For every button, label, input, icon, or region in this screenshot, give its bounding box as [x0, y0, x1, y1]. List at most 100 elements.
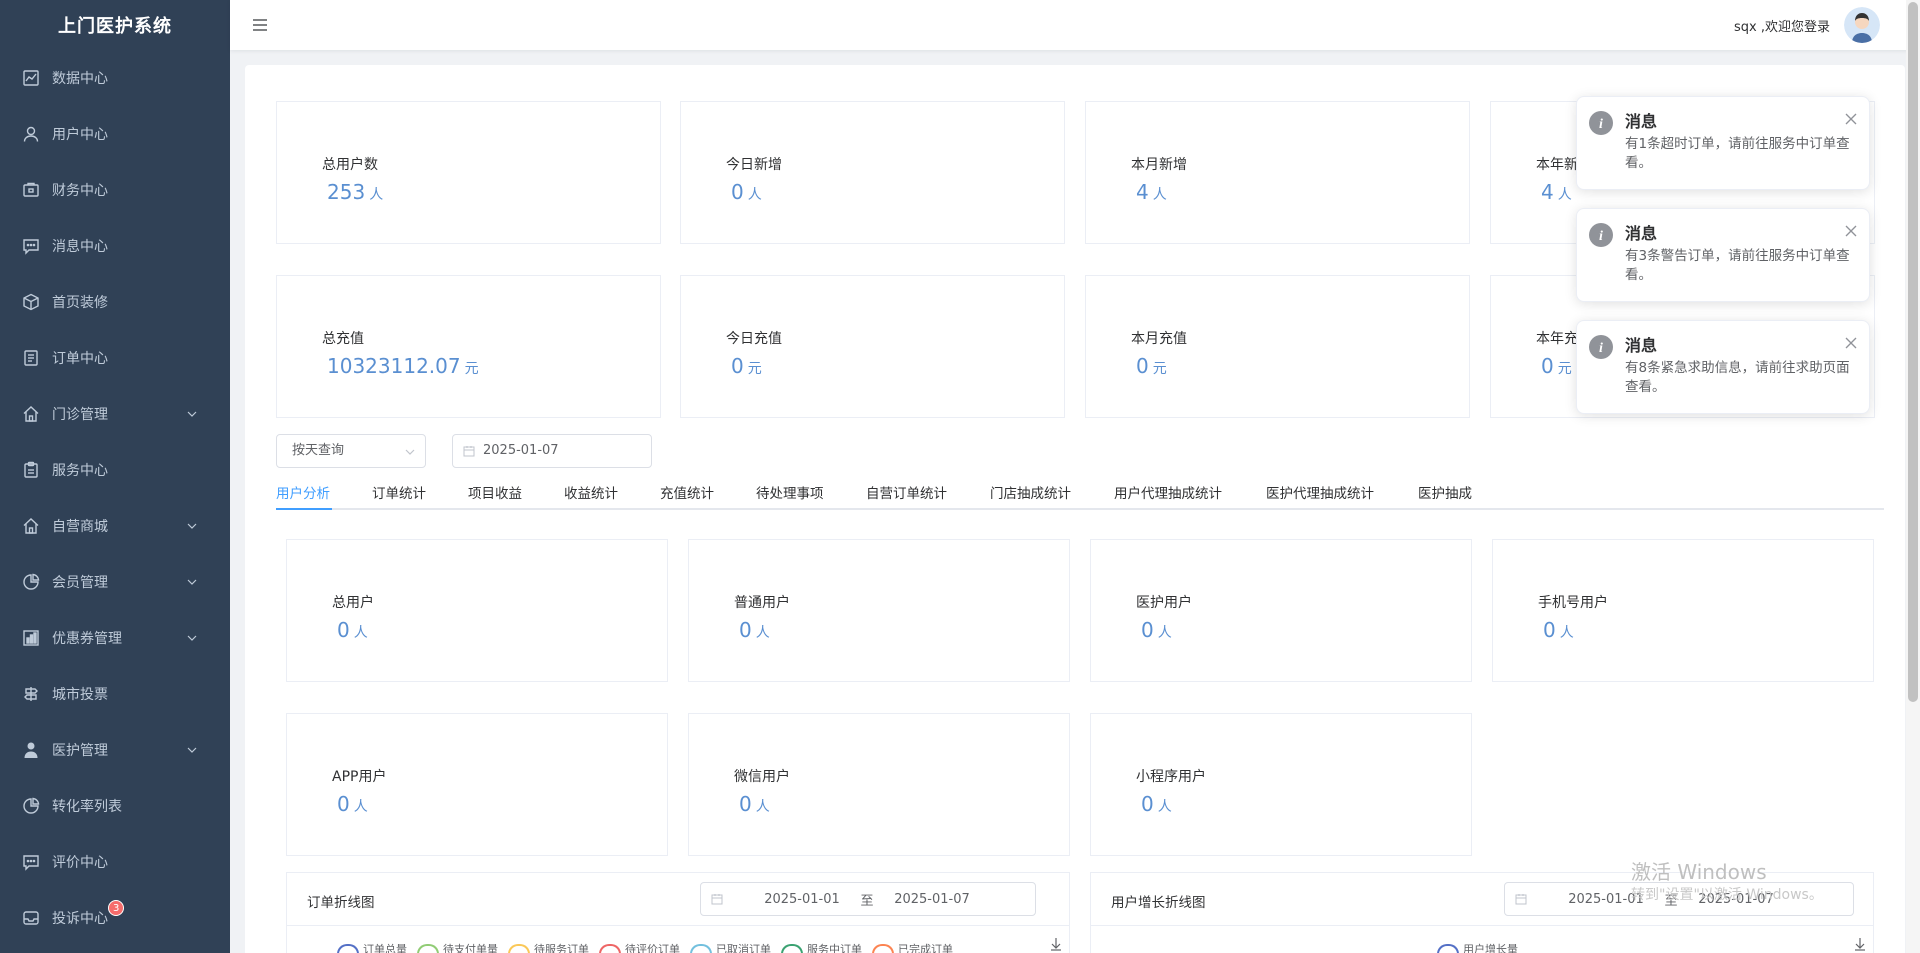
stat-number: 0: [337, 618, 350, 642]
stat-label: 总用户数: [322, 157, 378, 173]
active-tab-indicator: [276, 508, 332, 510]
user-growth-chart-title: 用户增长折线图: [1111, 895, 1206, 911]
legend-item[interactable]: 订单总量: [337, 941, 407, 953]
sidebar-item-label: 用户中心: [52, 127, 108, 143]
stat-unit: 元: [1557, 361, 1572, 377]
stat-label: 医护用户: [1136, 595, 1192, 611]
order-chart-title: 订单折线图: [307, 895, 375, 911]
stat-number: 0: [1543, 618, 1556, 642]
user-stat-card-total: 总用户 0人: [286, 539, 668, 682]
close-icon[interactable]: [1845, 225, 1857, 237]
sidebar-item-city-vote[interactable]: 城市投票: [0, 666, 230, 722]
sidebar-item-conversion-rate[interactable]: 转化率列表: [0, 778, 230, 834]
download-icon[interactable]: [1853, 937, 1867, 951]
tab-user-agent-commission[interactable]: 用户代理抽成统计: [1114, 482, 1222, 502]
tab-pending-items[interactable]: 待处理事项: [756, 482, 824, 502]
sidebar-item-data-center[interactable]: 数据中心: [0, 50, 230, 106]
tab-nurse-commission[interactable]: 医护抽成: [1418, 482, 1472, 502]
tab-self-order-stats[interactable]: 自营订单统计: [866, 482, 947, 502]
sidebar-item-complaints[interactable]: 投诉中心 3: [0, 890, 230, 946]
windows-watermark-title: 激活 Windows: [1631, 860, 1767, 884]
chart-icon: [23, 70, 39, 86]
user-stat-card-wechat: 微信用户 0人: [688, 713, 1070, 856]
legend-label: 已完成订单: [898, 943, 953, 953]
order-date-range-picker[interactable]: 2025-01-01 至 2025-01-07: [700, 882, 1036, 916]
close-icon[interactable]: [1845, 337, 1857, 349]
stat-unit: 人: [353, 799, 368, 815]
legend-item[interactable]: 待服务订单: [508, 941, 589, 953]
svg-text:i: i: [1599, 341, 1603, 356]
legend-item[interactable]: 待评价订单: [599, 941, 680, 953]
stat-unit: 人: [747, 187, 762, 203]
sidebar-item-finance[interactable]: 财务中心: [0, 162, 230, 218]
notification-message: 有3条警告订单，请前往服务中订单查看。: [1625, 248, 1850, 283]
stat-label: 本月新增: [1131, 157, 1187, 173]
sidebar-item-homepage-decoration[interactable]: 首页装修: [0, 274, 230, 330]
legend-item[interactable]: 已取消订单: [690, 941, 771, 953]
sidebar-item-members[interactable]: 会员管理: [0, 554, 230, 610]
stat-unit: 人: [1152, 187, 1167, 203]
legend-item[interactable]: 用户增长量: [1437, 941, 1518, 953]
notification-emergency-help: i 消息 有8条紧急求助信息，请前往求助页面查看。: [1576, 320, 1870, 414]
coupon-icon: [23, 630, 39, 646]
tab-revenue-stats[interactable]: 收益统计: [564, 482, 618, 502]
stat-value: 0人: [731, 180, 762, 204]
tab-store-commission[interactable]: 门店抽成统计: [990, 482, 1071, 502]
tab-user-analysis[interactable]: 用户分析: [276, 482, 330, 502]
home-icon: [23, 518, 39, 534]
stat-value: 253 人: [327, 180, 383, 204]
hamburger-menu-icon[interactable]: [250, 15, 270, 35]
date-picker[interactable]: 2025-01-07: [452, 434, 652, 468]
legend-item[interactable]: 已完成订单: [872, 941, 953, 953]
chevron-down-icon: [187, 411, 197, 417]
legend-swatch-icon: [337, 944, 359, 953]
sidebar-item-orders[interactable]: 订单中心: [0, 330, 230, 386]
stat-card-month-new: 本月新增 4人: [1085, 101, 1470, 244]
sidebar-item-clinic[interactable]: 门诊管理: [0, 386, 230, 442]
stat-number: 0: [739, 618, 752, 642]
chevron-down-icon: [405, 449, 415, 455]
stat-unit: 人: [755, 799, 770, 815]
sidebar-item-label: 评价中心: [52, 855, 108, 871]
legend-label: 订单总量: [363, 943, 407, 953]
avatar-image-icon: [1844, 7, 1880, 43]
legend-swatch-icon: [781, 944, 803, 953]
sidebar-item-nurse-management[interactable]: 医护管理: [0, 722, 230, 778]
stat-number: 0: [1141, 618, 1154, 642]
stat-unit: 人: [1157, 625, 1172, 641]
clipboard-icon: [24, 461, 38, 478]
stat-value: 4人: [1541, 180, 1572, 204]
svg-text:i: i: [1599, 117, 1603, 132]
tab-nurse-agent-commission[interactable]: 医护代理抽成统计: [1266, 482, 1374, 502]
avatar[interactable]: [1844, 7, 1880, 43]
download-icon[interactable]: [1049, 937, 1063, 951]
sidebar-item-coupons[interactable]: 优惠券管理: [0, 610, 230, 666]
chevron-down-icon: [187, 635, 197, 641]
stat-value: 0人: [739, 792, 770, 816]
sidebar-item-messages[interactable]: 消息中心: [0, 218, 230, 274]
wallet-icon: [23, 182, 39, 197]
sidebar-item-service-center[interactable]: 服务中心: [0, 442, 230, 498]
legend-item[interactable]: 待支付单量: [417, 941, 498, 953]
scrollbar-thumb[interactable]: [1908, 2, 1918, 702]
query-mode-select[interactable]: 按天查询: [276, 434, 426, 468]
order-chart-panel: 订单折线图 2025-01-01 至 2025-01-07 订单总量 待支付单量 待…: [286, 872, 1070, 953]
stat-unit: 人: [755, 625, 770, 641]
range-separator: 至: [860, 893, 874, 909]
stat-value: 0人: [1141, 792, 1172, 816]
close-icon[interactable]: [1845, 113, 1857, 125]
sidebar-item-reviews[interactable]: 评价中心: [0, 834, 230, 890]
tab-project-revenue[interactable]: 项目收益: [468, 482, 522, 502]
tab-recharge-stats[interactable]: 充值统计: [660, 482, 714, 502]
sidebar-item-user-center[interactable]: 用户中心: [0, 106, 230, 162]
pie-icon: [23, 573, 40, 590]
page-scrollbar[interactable]: [1906, 0, 1920, 953]
stat-unit: 人: [1557, 187, 1572, 203]
sidebar-item-self-mall[interactable]: 自营商城: [0, 498, 230, 554]
tab-order-stats[interactable]: 订单统计: [372, 482, 426, 502]
sidebar-item-label: 转化率列表: [52, 799, 122, 815]
legend-item[interactable]: 服务中订单: [781, 941, 862, 953]
complaints-badge: 3: [108, 900, 125, 916]
sidebar: 上门医护系统 数据中心 用户中心 财务中心 消息中心 首页装修 订单中心 门诊管…: [0, 0, 230, 953]
order-chart-legend: 订单总量 待支付单量 待服务订单 待评价订单 已取消订单 服务中订单 已完成订单: [337, 941, 963, 953]
